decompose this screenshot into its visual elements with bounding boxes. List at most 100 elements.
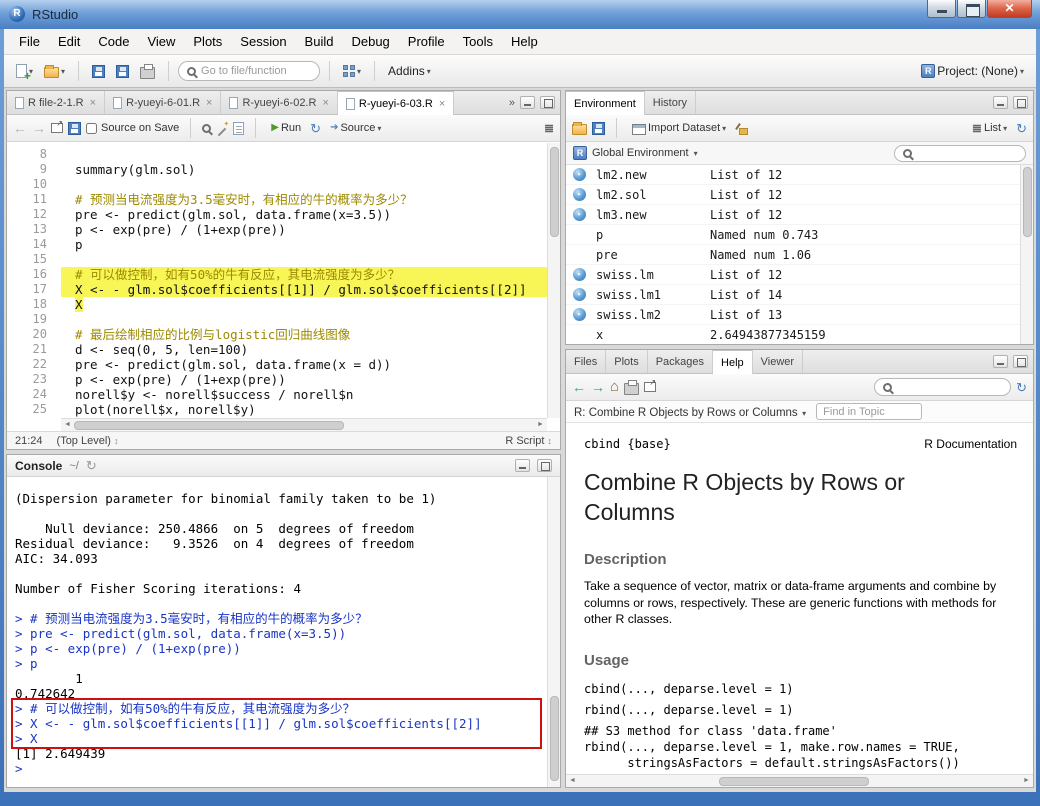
code-line[interactable]: p <- exp(pre) / (1+exp(pre))	[61, 372, 547, 387]
code-line[interactable]: d <- seq(0, 5, len=100)	[61, 342, 547, 357]
console-vertical-scrollbar[interactable]	[547, 477, 560, 787]
maximize-pane-button[interactable]	[1013, 355, 1028, 368]
forward-icon[interactable]: →	[32, 121, 46, 135]
expand-object-icon[interactable]: ▸	[573, 308, 586, 321]
minimize-pane-button[interactable]	[993, 355, 1008, 368]
code-line[interactable]: p <- exp(pre) / (1+exp(pre))	[61, 222, 547, 237]
tab-packages[interactable]: Packages	[648, 350, 713, 373]
minimize-window-button[interactable]	[927, 0, 956, 18]
close-window-button[interactable]: ✕	[987, 0, 1032, 18]
find-in-topic-box[interactable]	[816, 403, 922, 420]
load-workspace-icon[interactable]	[572, 124, 587, 135]
scroll-right-arrow[interactable]: ►	[1020, 775, 1033, 787]
help-search-input[interactable]	[897, 381, 1002, 393]
source-tab[interactable]: R-yueyi-6-01.R×	[105, 91, 221, 114]
close-tab-icon[interactable]: ×	[439, 98, 445, 110]
expand-object-icon[interactable]: ▸	[573, 288, 586, 301]
list-view-button[interactable]: ≣List▾	[968, 118, 1011, 138]
environment-row[interactable]: ▸lm3.newList of 12	[566, 205, 1020, 225]
code-line[interactable]: # 最后绘制相应的比例与logistic回归曲线图像	[61, 327, 547, 342]
expand-object-icon[interactable]: ▸	[573, 268, 586, 281]
code-line[interactable]: X	[61, 297, 547, 312]
minimize-pane-button[interactable]	[520, 96, 535, 109]
code-line[interactable]	[61, 177, 547, 192]
maximize-pane-button[interactable]	[1013, 96, 1028, 109]
source-tab[interactable]: R-yueyi-6-03.R×	[338, 91, 454, 115]
menu-item-plots[interactable]: Plots	[184, 30, 231, 53]
project-menu-button[interactable]: R Project: (None) ▾	[917, 61, 1028, 81]
environment-scope-selector[interactable]: Global Environment	[592, 147, 689, 159]
file-type-selector[interactable]: R Script ↕	[505, 435, 552, 447]
editor-horizontal-scrollbar[interactable]: ◄ ►	[61, 418, 547, 431]
open-file-button[interactable]: ▾	[40, 61, 69, 81]
goto-file-input[interactable]	[201, 65, 311, 77]
home-icon[interactable]: ⌂	[610, 380, 619, 394]
source-on-save-checkbox[interactable]	[86, 123, 97, 134]
source-tab[interactable]: R-yueyi-6-02.R×	[221, 91, 337, 114]
environment-row[interactable]: x2.64943877345159	[566, 325, 1020, 344]
save-button[interactable]	[88, 62, 109, 81]
menu-item-debug[interactable]: Debug	[342, 30, 398, 53]
back-icon[interactable]: ←	[13, 121, 27, 135]
save-all-button[interactable]	[112, 62, 133, 81]
code-line[interactable]: X <- - glm.sol$coefficients[[1]] / glm.s…	[61, 282, 547, 297]
menu-item-profile[interactable]: Profile	[399, 30, 454, 53]
code-line[interactable]	[61, 312, 547, 327]
code-line[interactable]: plot(norell$x, norell$y)	[61, 402, 547, 417]
code-line[interactable]: pre <- predict(glm.sol, data.frame(x = d…	[61, 357, 547, 372]
editor-code-area[interactable]: summary(glm.sol) # 预测当电流强度为3.5毫安时，有相应的牛的…	[61, 143, 547, 418]
menu-item-edit[interactable]: Edit	[49, 30, 89, 53]
menu-item-code[interactable]: Code	[89, 30, 138, 53]
expand-object-icon[interactable]: ▸	[573, 208, 586, 221]
environment-row[interactable]: preNamed num 1.06	[566, 245, 1020, 265]
tab-help[interactable]: Help	[713, 350, 753, 374]
environment-row[interactable]: ▸lm2.newList of 12	[566, 165, 1020, 185]
open-in-new-window-icon[interactable]	[51, 123, 63, 133]
find-in-topic-input[interactable]	[823, 406, 915, 418]
print-button[interactable]	[136, 61, 159, 82]
help-search[interactable]	[874, 378, 1011, 396]
code-line[interactable]: # 可以做控制，如有50%的牛有反应，其电流强度为多少？	[61, 267, 547, 282]
addins-button[interactable]: Addins▾	[384, 61, 435, 81]
menu-item-view[interactable]: View	[138, 30, 184, 53]
refresh-icon[interactable]: ↻	[1016, 122, 1027, 135]
close-tab-icon[interactable]: ×	[90, 97, 96, 109]
code-line[interactable]: pre <- predict(glm.sol, data.frame(x=3.5…	[61, 207, 547, 222]
scrollbar-thumb[interactable]	[1023, 167, 1032, 237]
code-line[interactable]	[61, 252, 547, 267]
code-line[interactable]: summary(glm.sol)	[61, 162, 547, 177]
menu-item-help[interactable]: Help	[502, 30, 547, 53]
environment-row[interactable]: ▸lm2.solList of 12	[566, 185, 1020, 205]
minimize-pane-button[interactable]	[993, 96, 1008, 109]
menu-item-file[interactable]: File	[10, 30, 49, 53]
expand-object-icon[interactable]: ▸	[573, 188, 586, 201]
rerun-icon[interactable]: ↻	[310, 122, 321, 135]
refresh-icon[interactable]: ↻	[1016, 381, 1027, 394]
scrollbar-thumb[interactable]	[550, 147, 559, 237]
document-outline-icon[interactable]: ≣	[544, 121, 554, 135]
console-output[interactable]: (Dispersion parameter for binomial famil…	[7, 477, 547, 787]
editor-vertical-scrollbar[interactable]	[547, 143, 560, 418]
forward-icon[interactable]: →	[591, 380, 605, 394]
compile-report-button[interactable]: ▾	[339, 62, 365, 80]
environment-row[interactable]: ▸swiss.lmList of 12	[566, 265, 1020, 285]
menu-item-tools[interactable]: Tools	[454, 30, 502, 53]
source-button[interactable]: ➔Source▾	[326, 119, 385, 137]
maximize-window-button[interactable]	[957, 0, 986, 18]
help-horizontal-scrollbar[interactable]: ◄ ►	[566, 774, 1033, 787]
scrollbar-thumb[interactable]	[719, 777, 869, 786]
code-line[interactable]: # 预测当电流强度为3.5毫安时，有相应的牛的概率为多少？	[61, 192, 547, 207]
code-line[interactable]: norell$y <- norell$success / norell$n	[61, 387, 547, 402]
tab-viewer[interactable]: Viewer	[753, 350, 803, 373]
tab-files[interactable]: Files	[566, 350, 606, 373]
maximize-pane-button[interactable]	[540, 96, 555, 109]
new-file-button[interactable]: ▾	[12, 61, 37, 81]
clear-objects-icon[interactable]	[735, 122, 748, 135]
menu-item-build[interactable]: Build	[296, 30, 343, 53]
scroll-left-arrow[interactable]: ◄	[61, 419, 74, 431]
environment-search[interactable]	[894, 145, 1026, 162]
goto-file-search[interactable]	[178, 61, 320, 81]
code-editor[interactable]: 891011121314151617181920212223242526 sum…	[7, 143, 560, 418]
back-icon[interactable]: ←	[572, 380, 586, 394]
close-tab-icon[interactable]: ×	[206, 97, 212, 109]
